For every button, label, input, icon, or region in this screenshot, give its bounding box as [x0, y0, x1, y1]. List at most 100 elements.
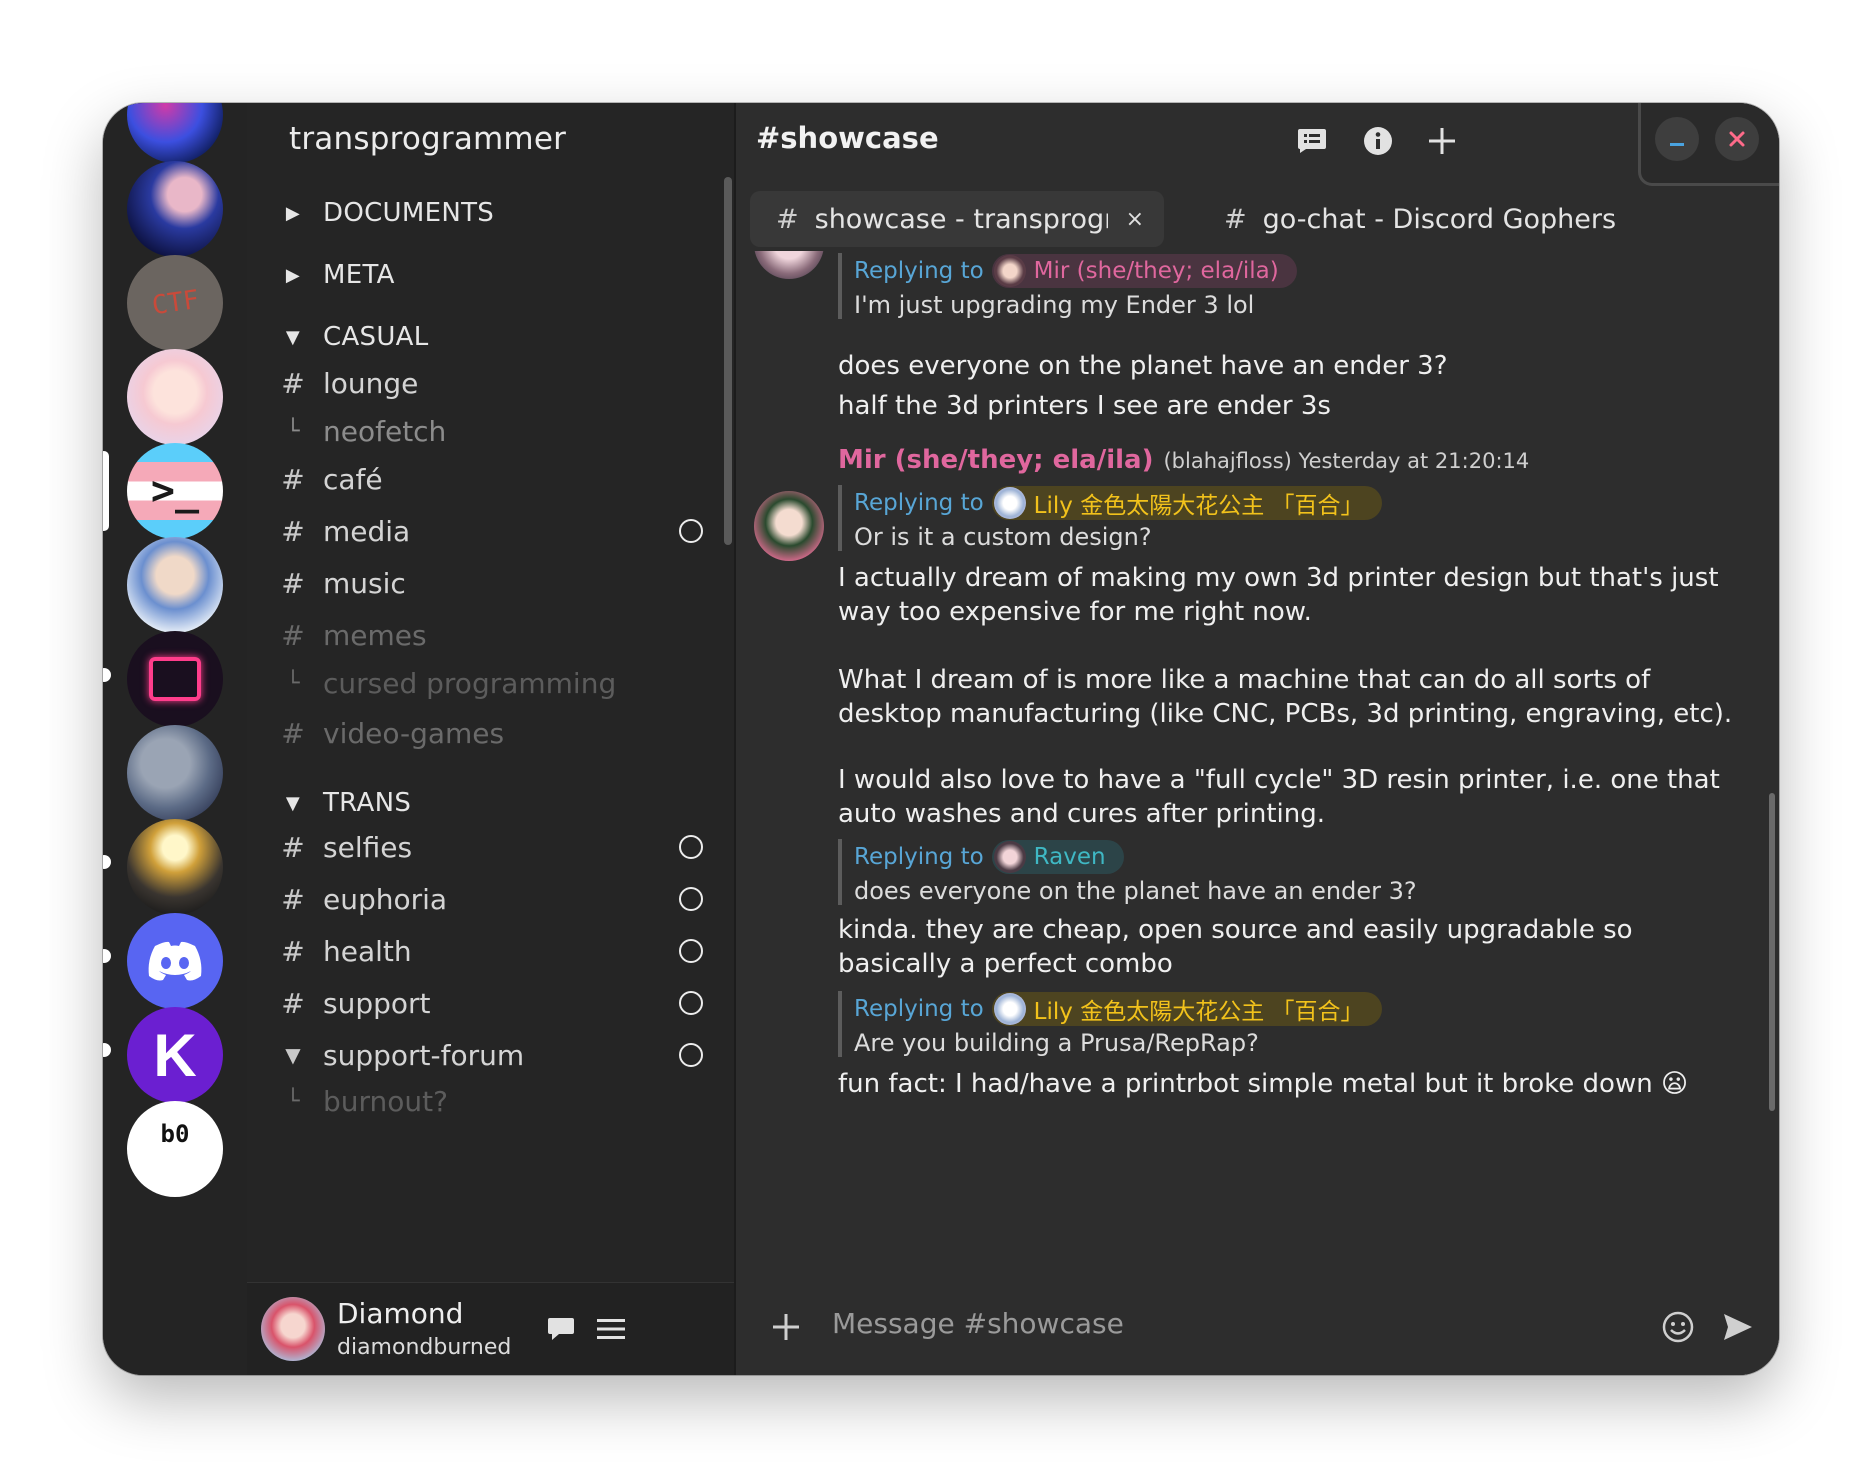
hash-icon: #: [281, 366, 305, 400]
hash-icon: #: [281, 882, 305, 916]
channel-media[interactable]: # media: [275, 509, 715, 553]
hash-icon: #: [281, 566, 305, 600]
channel-euphoria[interactable]: # euphoria: [275, 877, 715, 921]
message-composer: Message #showcase: [736, 1283, 1779, 1375]
avatar: [993, 487, 1026, 519]
message-line: I actually dream of making my own 3d pri…: [838, 563, 1719, 593]
message-scrollbar[interactable]: [1769, 793, 1775, 1111]
circle-icon: [679, 1043, 703, 1067]
avatar[interactable]: [754, 491, 824, 561]
channel-video-games[interactable]: # video-games: [275, 711, 715, 755]
message-line: does everyone on the planet have an ende…: [838, 351, 1448, 381]
category-casual[interactable]: ▼ CASUAL: [275, 317, 429, 357]
hash-icon: #: [1224, 203, 1247, 235]
server-icon-character[interactable]: [127, 537, 223, 633]
reply-author-chip[interactable]: Raven: [991, 840, 1124, 874]
sidebar-scrollbar[interactable]: [724, 177, 732, 545]
channel-support[interactable]: # support: [275, 981, 715, 1025]
reply-author-chip[interactable]: Mir (she/they; ela/ila): [991, 254, 1297, 288]
category-documents[interactable]: ▶ DOCUMENTS: [275, 193, 494, 233]
hash-icon: #: [281, 934, 305, 968]
category-meta[interactable]: ▶ META: [275, 255, 395, 295]
add-icon[interactable]: [1412, 115, 1472, 167]
server-icon-k[interactable]: K: [127, 1007, 223, 1103]
circle-icon: [679, 939, 703, 963]
discord-logo-icon: [148, 941, 202, 981]
hash-icon: #: [281, 830, 305, 864]
user-display-name: Diamond: [337, 1297, 464, 1330]
avatar: [993, 841, 1026, 873]
server-icon-anime-girl[interactable]: [127, 349, 223, 445]
hash-icon: #: [281, 716, 305, 750]
unread-indicator: [103, 855, 111, 869]
chat-bubble-icon[interactable]: [543, 1311, 579, 1347]
message-line: I would also love to have a "full cycle"…: [838, 765, 1720, 795]
info-icon[interactable]: [1348, 115, 1408, 167]
channel-lounge[interactable]: # lounge: [275, 361, 715, 405]
emoji-icon[interactable]: [1656, 1305, 1700, 1349]
attach-plus-icon[interactable]: [766, 1305, 806, 1349]
thread-branch-icon: └: [286, 418, 300, 444]
terminal-prompt-icon: >_: [150, 468, 200, 514]
tab-showcase[interactable]: # showcase - transprogrammer ×: [750, 191, 1164, 247]
close-button[interactable]: [1715, 117, 1759, 161]
server-icon-ribbon[interactable]: [127, 161, 223, 257]
hash-icon: #: [281, 514, 305, 548]
minimize-button[interactable]: [1655, 117, 1699, 161]
server-icon-neon-sign[interactable]: [127, 631, 223, 727]
chevron-down-icon: ▼: [285, 326, 301, 348]
avatar[interactable]: [261, 1297, 325, 1361]
thread-burnout[interactable]: └ burnout?: [275, 1079, 715, 1123]
thread-branch-icon: └: [286, 670, 300, 696]
menu-icon[interactable]: [593, 1311, 629, 1347]
channel-health[interactable]: # health: [275, 929, 715, 973]
server-icon-cat[interactable]: [127, 819, 223, 915]
channel-selfies[interactable]: # selfies: [275, 825, 715, 869]
channel-sidebar: transprogrammer ▶ DOCUMENTS ▶ META ▼ CAS…: [247, 103, 734, 1375]
server-icon-b0[interactable]: b0: [127, 1101, 223, 1197]
server-icon-discord[interactable]: [127, 913, 223, 1009]
chat-pane: #showcase # showcase - transprogrammer ×…: [734, 103, 1779, 1375]
user-panel: Diamond diamondburned: [247, 1282, 734, 1375]
avatar: [993, 255, 1026, 287]
category-trans[interactable]: ▼ TRANS: [275, 783, 411, 823]
reply-preview[interactable]: Replying to Mir (she/they; ela/ila) I'm …: [838, 253, 1297, 319]
window-controls: [1638, 103, 1779, 186]
server-name[interactable]: transprogrammer: [289, 121, 566, 157]
circle-icon: [679, 519, 703, 543]
circle-icon: [679, 991, 703, 1015]
reply-author-chip[interactable]: Lily 金色太陽大花公主 「百合」: [991, 486, 1382, 520]
close-icon[interactable]: ×: [1126, 207, 1144, 232]
thread-neofetch[interactable]: └ neofetch: [275, 409, 715, 453]
unread-indicator: [103, 949, 111, 963]
app-window: CTF >_ K b0 transprogrammer ▶ DOCUMENTS …: [103, 103, 1779, 1375]
message-line: fun fact: I had/have a printrbot simple …: [838, 1069, 1689, 1099]
server-icon-neon[interactable]: [127, 103, 223, 163]
threads-icon[interactable]: [1282, 115, 1342, 167]
server-icon-cursed-ctf[interactable]: CTF: [127, 255, 223, 351]
channel-title: #showcase: [756, 121, 939, 155]
server-rail: CTF >_ K b0: [103, 103, 247, 1375]
server-icon-shark[interactable]: [127, 725, 223, 821]
message-input[interactable]: Message #showcase: [832, 1307, 1124, 1340]
reply-preview[interactable]: Replying to Lily 金色太陽大花公主 「百合」 Or is it …: [838, 485, 1382, 551]
send-icon[interactable]: [1716, 1305, 1760, 1349]
reply-preview[interactable]: Replying to Raven does everyone on the p…: [838, 839, 1417, 905]
reply-author-chip[interactable]: Lily 金色太陽大花公主 「百合」: [991, 992, 1382, 1026]
avatar: [993, 993, 1026, 1025]
hash-icon: #: [281, 462, 305, 496]
channel-cafe[interactable]: # café: [275, 457, 715, 501]
reply-preview[interactable]: Replying to Lily 金色太陽大花公主 「百合」 Are you b…: [838, 991, 1382, 1057]
message-line: way too expensive for me right now.: [838, 597, 1312, 627]
circle-icon: [679, 835, 703, 859]
chevron-down-icon: ▼: [285, 792, 301, 814]
avatar[interactable]: [754, 251, 824, 279]
thread-cursed-programming[interactable]: └ cursed programming: [275, 661, 715, 705]
tab-go-chat[interactable]: # go-chat - Discord Gophers: [1198, 191, 1638, 247]
channel-memes[interactable]: # memes: [275, 613, 715, 657]
channel-support-forum[interactable]: ▼ support-forum: [275, 1033, 715, 1077]
server-icon-transprogrammer[interactable]: >_: [127, 443, 223, 539]
channel-music[interactable]: # music: [275, 561, 715, 605]
chevron-down-icon: ▼: [285, 1043, 301, 1067]
message-list: Replying to Mir (she/they; ela/ila) I'm …: [736, 251, 1779, 1159]
